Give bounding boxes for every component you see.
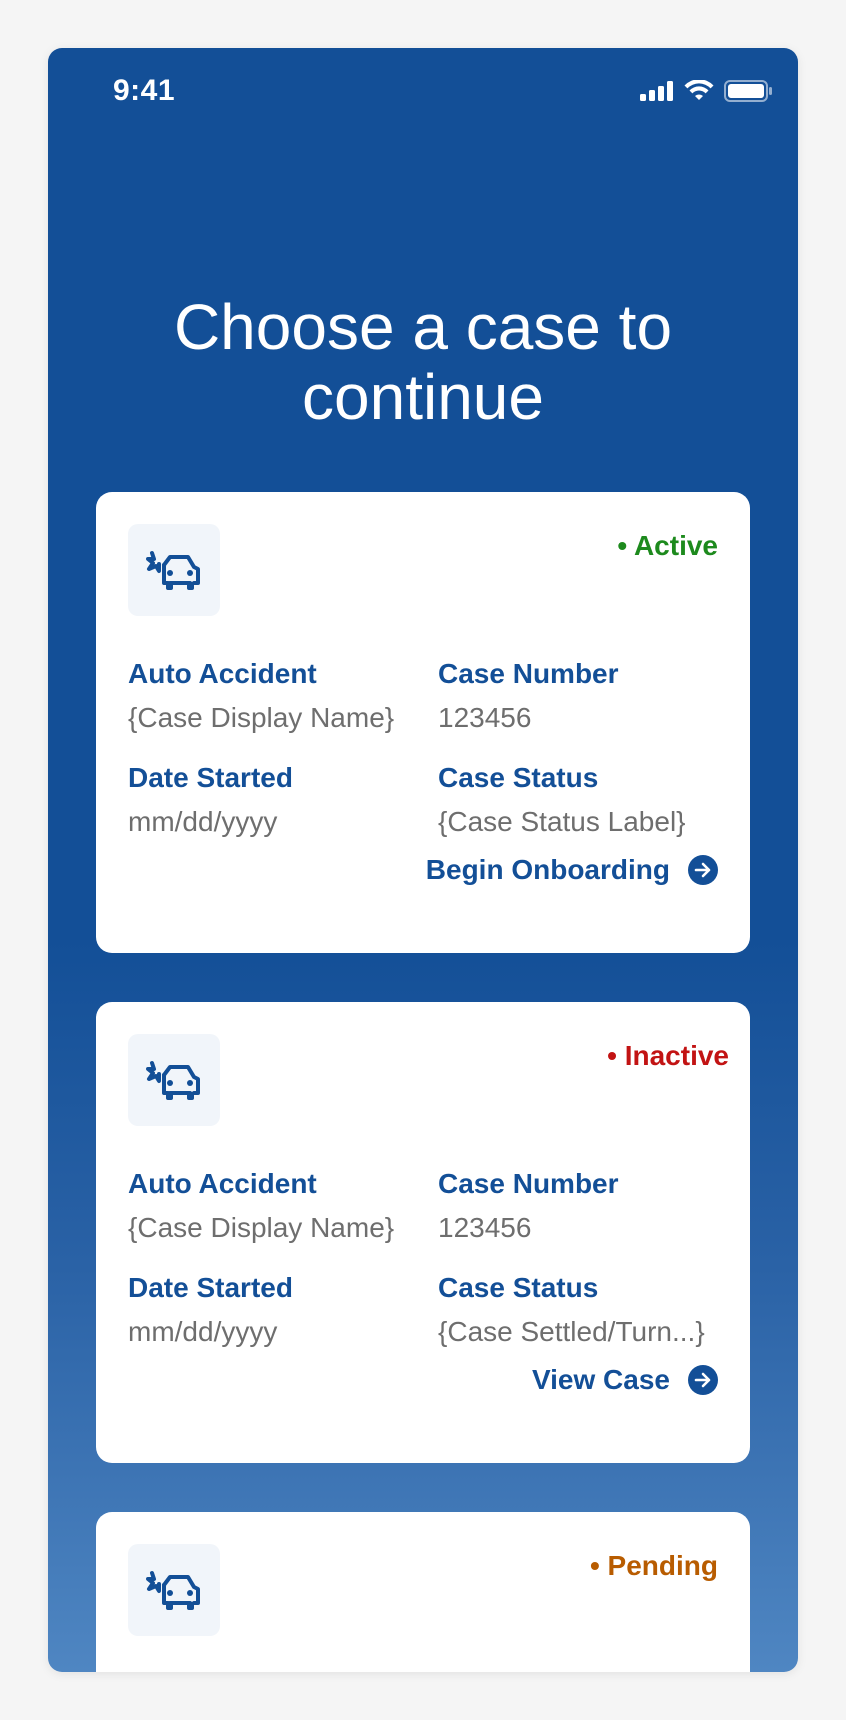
status-badge: • Active [617, 530, 718, 561]
case-display-name: {Case Display Name} [128, 702, 395, 733]
car-accident-icon [128, 1034, 220, 1126]
date-started-label: Date Started [128, 1272, 293, 1303]
date-started-value: mm/dd/yyyy [128, 806, 278, 837]
case-status-value: {Case Settled/Turn...} [438, 1316, 705, 1347]
wifi-icon [684, 79, 714, 107]
arrow-right-circle-icon [688, 855, 718, 885]
case-number-label: Case Number [438, 658, 619, 689]
status-bar: 9:41 [48, 48, 798, 138]
status-icons [640, 79, 772, 107]
page-title: Choose a case to continue [173, 291, 673, 433]
case-number-value: 123456 [438, 702, 532, 733]
battery-icon [724, 80, 772, 107]
status-badge: • Inactive [607, 1040, 729, 1071]
case-number-label: Case Number [438, 1168, 619, 1199]
case-type-label: Auto Accident [128, 1168, 317, 1199]
case-status-value: {Case Status Label} [438, 806, 686, 837]
case-number-value: 123456 [438, 1212, 532, 1243]
date-started-label: Date Started [128, 762, 293, 793]
case-display-name: {Case Display Name} [128, 1212, 395, 1243]
arrow-right-circle-icon [688, 1365, 718, 1395]
car-accident-icon [128, 524, 220, 616]
case-card: • Inactive Auto Accident {Case Display N… [96, 1002, 750, 1463]
status-badge: • Pending [589, 1550, 718, 1581]
phone-screen: 9:41 Choose a case to continue • Active … [48, 48, 798, 1672]
view-case-button[interactable]: View Case [532, 1364, 718, 1396]
signal-icon [640, 81, 674, 106]
case-card: • Pending [96, 1512, 750, 1672]
case-status-label: Case Status [438, 762, 599, 793]
date-started-value: mm/dd/yyyy [128, 1316, 278, 1347]
view-case-label: View Case [531, 1364, 670, 1395]
case-status-label: Case Status [438, 1272, 599, 1303]
begin-onboarding-label: Begin Onboarding [425, 854, 670, 885]
begin-onboarding-button[interactable]: Begin Onboarding [426, 854, 718, 886]
car-accident-icon [128, 1544, 220, 1636]
status-time: 9:41 [113, 74, 176, 107]
case-type-label: Auto Accident [128, 658, 317, 689]
case-card: • Active Auto Accident {Case Display Nam… [96, 492, 750, 953]
